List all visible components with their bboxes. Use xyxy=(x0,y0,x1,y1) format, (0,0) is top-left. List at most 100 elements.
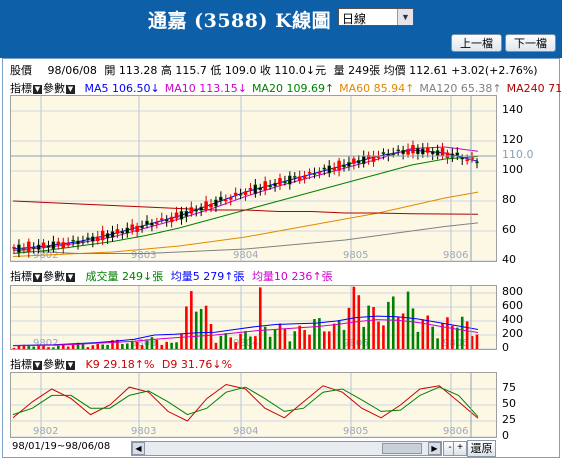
volume-bar xyxy=(52,347,55,349)
candle-body xyxy=(386,153,391,157)
volume-bar xyxy=(91,345,95,349)
axis-tick-label: 110.0 xyxy=(502,148,534,161)
kd-chart: 9802 9803 9804 9805 9806 xyxy=(11,373,496,437)
params-menu[interactable]: 參數 ▼ xyxy=(43,80,76,96)
indicator-menu[interactable]: 指標 ▼ xyxy=(10,356,43,372)
indicator-menu[interactable]: 指標 ▼ xyxy=(10,80,43,96)
close-value: 110.0 xyxy=(274,64,306,77)
candle-body xyxy=(100,230,105,241)
price-legend: 指標 ▼ 參數 ▼ MA5 106.50↓ MA10 113.15↓ MA20 109.6… xyxy=(10,80,562,96)
volume-bar xyxy=(175,342,178,349)
avg5-unit: 張 xyxy=(233,270,245,283)
ma-legend-item: MA240 71.21 xyxy=(506,82,562,95)
volume-bar xyxy=(288,341,292,349)
ma-legend-item: MA5 106.50↓ xyxy=(84,82,160,95)
price-panel[interactable]: 9802 9803 9804 9805 9806 xyxy=(10,95,497,262)
volume-panel[interactable]: 98029803980498059806 xyxy=(10,285,497,350)
volume-bar xyxy=(125,343,129,349)
volume-bar xyxy=(377,321,380,349)
dropdown-icon[interactable]: ▼ xyxy=(66,84,75,94)
quote-row: 股價 98/06/08 開 113.28 高 115.7 低 109.0 收 1… xyxy=(10,62,538,78)
volume-bar xyxy=(308,334,311,349)
volume-bar xyxy=(372,306,375,349)
candle-body xyxy=(155,222,159,225)
candle-body xyxy=(140,225,144,229)
candle-body xyxy=(268,185,272,188)
volume-bar xyxy=(140,345,144,349)
params-menu[interactable]: 參數 ▼ xyxy=(43,268,76,284)
candle-body xyxy=(31,247,36,249)
candle-body xyxy=(396,149,400,152)
scroll-left-icon[interactable]: ◀ xyxy=(132,442,145,455)
volume-bar xyxy=(130,341,134,349)
kd-panel[interactable]: 9802 9803 9804 9805 9806 xyxy=(10,372,497,438)
candle-body xyxy=(160,218,164,220)
d-arrow: ↓ xyxy=(212,358,222,371)
params-menu[interactable]: 參數 ▼ xyxy=(43,356,76,372)
vol-value: 249 xyxy=(122,270,143,283)
volume-bar xyxy=(391,296,395,349)
next-stock-button[interactable]: 下一檔 xyxy=(505,34,556,52)
high-value: 115.7 xyxy=(175,64,207,77)
zoom-in-button[interactable]: + xyxy=(453,441,467,456)
kd-legend: 指標 ▼ 參數 ▼ K9 29.18↑% D9 31.76↓% xyxy=(10,356,232,372)
prev-stock-button[interactable]: 上一檔 xyxy=(451,34,502,52)
candle-body xyxy=(164,219,169,222)
volume-bar xyxy=(406,291,410,349)
month-label: 9804 xyxy=(233,250,258,261)
scroll-right-icon[interactable]: ▶ xyxy=(428,442,441,455)
k-value: 29.18 xyxy=(103,358,135,371)
candle-body xyxy=(199,206,203,211)
low-label: 低 xyxy=(210,64,222,77)
candle-body xyxy=(357,160,361,164)
dropdown-icon[interactable]: ▼ xyxy=(33,360,42,370)
volume-bar xyxy=(47,347,50,349)
params-label: 參數 xyxy=(43,82,65,95)
candle-body xyxy=(224,199,228,202)
volume-bar xyxy=(101,344,104,349)
indicator-menu[interactable]: 指標 ▼ xyxy=(10,268,43,284)
month-label: 9802 xyxy=(33,426,58,437)
candle-body xyxy=(411,145,415,154)
axis-tick-label: 0 xyxy=(502,429,509,442)
candle-body xyxy=(258,187,263,191)
dropdown-icon[interactable]: ▼ xyxy=(66,272,75,282)
close-label: 收 xyxy=(259,64,271,77)
scrollbar[interactable]: ◀ ▶ xyxy=(131,441,442,456)
candle-body xyxy=(302,175,307,179)
restore-button[interactable]: 還原 xyxy=(467,440,496,457)
volume-bar xyxy=(258,287,262,349)
axis-tick-label: 0 xyxy=(502,341,509,354)
dropdown-icon[interactable]: ▼ xyxy=(33,272,42,282)
dropdown-icon[interactable]: ▼ xyxy=(66,360,75,370)
candle-body xyxy=(209,203,213,208)
k-unit: % xyxy=(143,358,155,371)
volume-bar xyxy=(204,305,208,349)
candle-body xyxy=(445,152,450,159)
candle-body xyxy=(243,191,248,196)
period-select[interactable]: 日線 ▼ xyxy=(338,8,414,26)
d-unit: % xyxy=(221,358,233,371)
chevron-down-icon[interactable]: ▼ xyxy=(397,9,413,25)
candle-body xyxy=(273,182,277,187)
volume-bar xyxy=(387,301,390,349)
volume-bar xyxy=(214,342,218,349)
volume-bar xyxy=(209,323,213,349)
page-title: 通嘉 (3588) K線圖 xyxy=(148,10,332,32)
volume-bar xyxy=(199,308,203,349)
candle-body xyxy=(465,159,469,161)
dropdown-icon[interactable]: ▼ xyxy=(33,84,42,94)
low-value: 109.0 xyxy=(224,64,257,77)
volume-bar xyxy=(436,338,439,349)
ma-line xyxy=(12,191,479,257)
candle-body xyxy=(204,201,208,209)
ma-legend-item: MA10 113.15↓ xyxy=(164,82,247,95)
candle-body xyxy=(36,244,41,250)
candle-body xyxy=(317,172,322,174)
volume-bar xyxy=(180,333,183,349)
volume-bar xyxy=(229,337,233,349)
close-arrow: ↓ xyxy=(305,64,316,77)
scroll-thumb[interactable] xyxy=(382,443,422,454)
candle-body xyxy=(263,181,267,191)
indicator-label: 指標 xyxy=(10,358,32,371)
